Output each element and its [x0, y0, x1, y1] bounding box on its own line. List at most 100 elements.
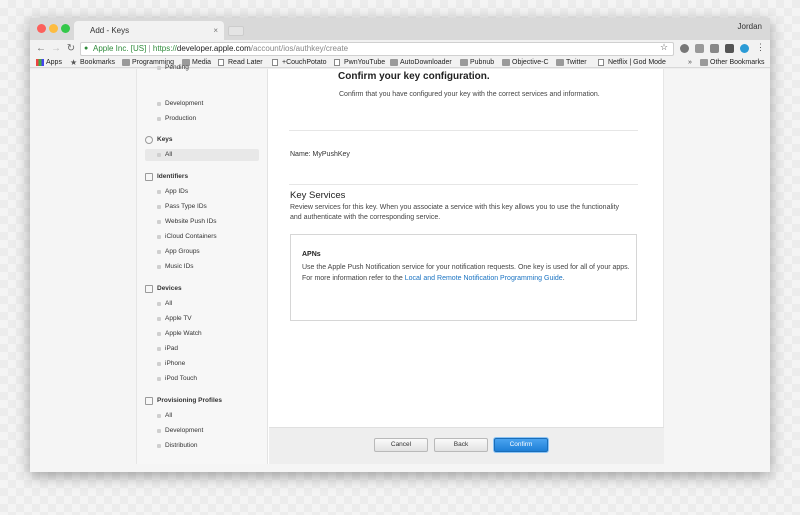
sidebar-item-devices-all[interactable]: All [157, 300, 172, 307]
profile-name[interactable]: Jordan [738, 22, 762, 31]
sidebar-item-profiles-distribution[interactable]: Distribution [157, 442, 198, 449]
url-host: developer.apple.com [176, 44, 251, 53]
tab-close-icon[interactable]: × [213, 21, 218, 40]
sidebar-item-ipod-touch[interactable]: iPod Touch [157, 375, 197, 382]
bookmark-label: Apps [46, 59, 62, 66]
bookmark-autodownloader[interactable]: AutoDownloader [390, 58, 452, 67]
section-title: Provisioning Profiles [157, 397, 223, 404]
confirm-button[interactable]: Confirm [494, 438, 548, 452]
bullet-icon [157, 347, 161, 351]
bookmark-pubnub[interactable]: Pubnub [460, 58, 494, 67]
bookmark-label: Read Later [228, 59, 263, 66]
bullet-icon [157, 302, 161, 306]
sidebar-item-iphone[interactable]: iPhone [157, 360, 185, 367]
tab-add-keys[interactable]: Add - Keys × [74, 21, 224, 40]
sidebar-item-production[interactable]: Production [157, 115, 196, 122]
pocket-extension-icon[interactable] [725, 44, 734, 53]
sidebar-item-label: Production [165, 115, 197, 122]
key-services-title: Key Services [290, 190, 346, 201]
document-icon [145, 397, 153, 405]
star-icon: ★ [70, 58, 78, 67]
folder-icon [122, 59, 130, 66]
zoom-window-button[interactable] [61, 24, 70, 33]
sidebar-item-label: Pending [165, 64, 189, 71]
browser-toolbar: ← → ↻ ● Apple Inc. [US] | https://develo… [30, 40, 770, 58]
folder-icon [700, 59, 708, 66]
new-tab-button[interactable] [228, 26, 244, 36]
bookmark-netflix[interactable]: Netflix | God Mode [598, 58, 666, 67]
back-button[interactable]: Back [434, 438, 488, 452]
key-icon [145, 136, 153, 144]
minimize-window-button[interactable] [49, 24, 58, 33]
sidebar-item-ipad[interactable]: iPad [157, 345, 178, 352]
bullet-icon [157, 117, 161, 121]
sidebar-item-label: iPad [165, 345, 179, 352]
address-bar[interactable]: ● Apple Inc. [US] | https://developer.ap… [80, 42, 674, 56]
device-icon [145, 285, 153, 293]
notification-guide-link[interactable]: Local and Remote Notification Programmin… [405, 275, 563, 282]
sidebar-item-apple-tv[interactable]: Apple TV [157, 315, 192, 322]
bullet-icon [157, 265, 161, 269]
page-title: Confirm your key configuration. [338, 71, 490, 82]
bullet-icon [157, 414, 161, 418]
bullet-icon [157, 444, 161, 448]
sidebar-item-pending[interactable]: Pending [157, 64, 189, 71]
content-card: Pending Development Production Keys All … [136, 64, 664, 464]
sidebar-item-label: iCloud Containers [165, 233, 217, 240]
sidebar-item-profiles-development[interactable]: Development [157, 427, 203, 434]
bullet-icon [157, 377, 161, 381]
bookmark-star-icon[interactable]: ☆ [660, 42, 668, 53]
bookmark-pwnyoutube[interactable]: PwnYouTube [334, 58, 385, 67]
folder-icon [556, 59, 564, 66]
bookmark-twitter[interactable]: Twitter [556, 58, 587, 67]
sidebar-item-website-push-ids[interactable]: Website Push IDs [157, 218, 217, 225]
cast-extension-icon[interactable] [695, 44, 704, 53]
sidebar-item-icloud-containers[interactable]: iCloud Containers [157, 233, 217, 240]
bookmark-objective-c[interactable]: Objective-C [502, 58, 549, 67]
close-window-button[interactable] [37, 24, 46, 33]
url-scheme: https:// [152, 44, 177, 53]
browser-window: Add - Keys × Jordan ← → ↻ ● Apple Inc. [… [30, 18, 770, 472]
cancel-button[interactable]: Cancel [374, 438, 428, 452]
web-page: Pending Development Production Keys All … [30, 64, 770, 472]
section-title: Identifiers [157, 173, 189, 180]
bullet-icon [157, 66, 161, 70]
bullet-icon [157, 332, 161, 336]
back-arrow-icon[interactable]: ← [35, 42, 47, 56]
browser-menu-icon[interactable]: ⋮ [756, 42, 765, 53]
tab-title: Add - Keys [90, 26, 130, 35]
key-services-description: Review services for this key. When you a… [290, 204, 620, 221]
sidebar-item-music-ids[interactable]: Music IDs [157, 263, 194, 270]
divider [289, 130, 638, 131]
bookmark-label: Twitter [566, 59, 587, 66]
sidebar-item-pass-type-ids[interactable]: Pass Type IDs [157, 203, 207, 210]
sidebar-item-label: All [165, 300, 173, 307]
bullet-icon [157, 317, 161, 321]
info-extension-icon[interactable] [680, 44, 689, 53]
mail-extension-icon[interactable] [710, 44, 719, 53]
bookmark-couchpotato[interactable]: +CouchPotato [272, 58, 327, 67]
sidebar-item-keys-all[interactable]: All [157, 151, 172, 158]
service-description: Use the Apple Push Notification service … [302, 263, 632, 284]
reload-icon[interactable]: ↻ [65, 42, 77, 56]
sidebar-item-label: iPod Touch [165, 375, 198, 382]
sidebar-item-app-ids[interactable]: App IDs [157, 188, 188, 195]
bookmark-read-later[interactable]: Read Later [218, 58, 263, 67]
sidebar-item-label: All [165, 151, 173, 158]
bookmarks-overflow-icon[interactable]: » [688, 58, 692, 67]
bookmark-bookmarks[interactable]: ★ Bookmarks [70, 58, 115, 67]
sidebar-item-label: Music IDs [165, 263, 194, 270]
sidebar-item-app-groups[interactable]: App Groups [157, 248, 200, 255]
sidebar-item-development[interactable]: Development [157, 100, 203, 107]
bullet-icon [157, 220, 161, 224]
sidebar-item-label: Development [165, 427, 204, 434]
bookmark-apps[interactable]: Apps [36, 58, 62, 67]
sidebar-item-apple-watch[interactable]: Apple Watch [157, 330, 202, 337]
blue-extension-icon[interactable] [740, 44, 749, 53]
page-icon [334, 59, 340, 66]
bookmark-label: +CouchPotato [282, 59, 327, 66]
forward-arrow-icon[interactable]: → [50, 42, 62, 56]
bookmark-other[interactable]: Other Bookmarks [700, 58, 764, 67]
sidebar-section-provisioning: Provisioning Profiles [145, 397, 223, 405]
sidebar-item-profiles-all[interactable]: All [157, 412, 172, 419]
